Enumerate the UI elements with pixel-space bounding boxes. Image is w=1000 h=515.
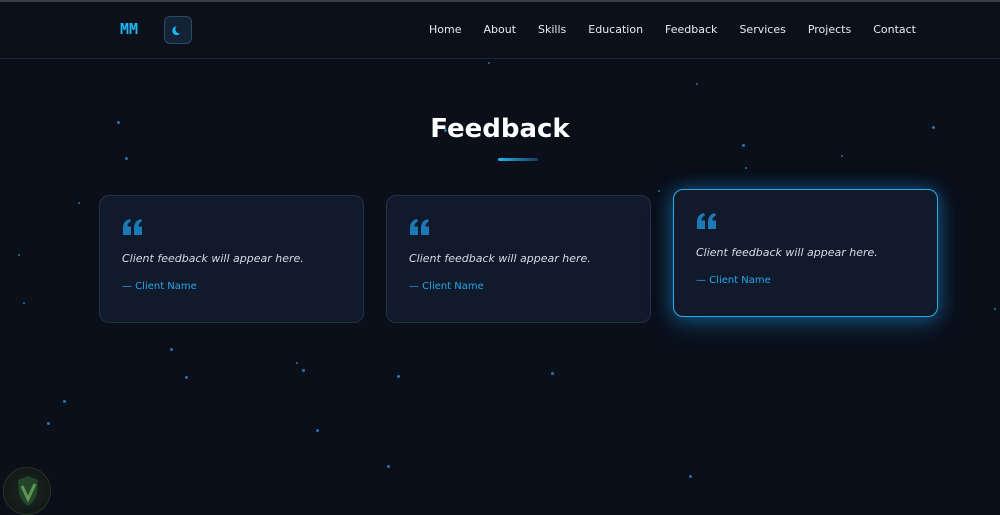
star xyxy=(185,376,188,379)
feedback-text: Client feedback will appear here. xyxy=(696,246,878,259)
nav-links: Home About Skills Education Feedback Ser… xyxy=(429,23,916,36)
star xyxy=(47,422,50,425)
quote-icon xyxy=(696,212,915,232)
moon-icon xyxy=(172,21,184,40)
quote-icon xyxy=(409,218,628,238)
feedback-card: Client feedback will appear here. — Clie… xyxy=(386,195,651,323)
star xyxy=(387,465,390,468)
nav-link-home[interactable]: Home xyxy=(429,23,461,36)
star xyxy=(745,167,747,169)
nav-link-feedback[interactable]: Feedback xyxy=(665,23,717,36)
star xyxy=(551,372,554,375)
title-underline xyxy=(498,158,538,161)
quote-icon xyxy=(122,218,341,238)
star xyxy=(742,144,745,147)
feedback-card-hovered[interactable]: Client feedback will appear here. — Clie… xyxy=(673,189,938,317)
client-name: — Client Name xyxy=(409,281,484,292)
star xyxy=(658,190,660,192)
navbar: MM Home About Skills Education Feedback … xyxy=(0,2,1000,59)
feedback-card: Client feedback will appear here. — Clie… xyxy=(99,195,364,323)
star xyxy=(841,155,843,157)
feedback-text: Client feedback will appear here. xyxy=(409,252,591,265)
client-name: — Client Name xyxy=(696,275,771,286)
star xyxy=(397,375,400,378)
nav-link-about[interactable]: About xyxy=(483,23,516,36)
star xyxy=(170,348,173,351)
star xyxy=(63,400,66,403)
shield-badge-icon xyxy=(3,467,51,515)
nav-link-contact[interactable]: Contact xyxy=(873,23,916,36)
star xyxy=(302,369,305,372)
theme-toggle-button[interactable] xyxy=(164,16,192,44)
nav-link-skills[interactable]: Skills xyxy=(538,23,566,36)
star xyxy=(23,302,25,304)
nav-link-education[interactable]: Education xyxy=(588,23,643,36)
star xyxy=(689,475,692,478)
logo[interactable]: MM xyxy=(120,20,138,38)
star xyxy=(994,308,996,310)
section-title: Feedback xyxy=(430,114,570,144)
nav-link-projects[interactable]: Projects xyxy=(808,23,851,36)
star xyxy=(696,83,698,85)
star xyxy=(488,62,490,64)
star xyxy=(316,429,319,432)
star xyxy=(18,254,20,256)
nav-link-services[interactable]: Services xyxy=(739,23,785,36)
star xyxy=(125,157,128,160)
client-name: — Client Name xyxy=(122,281,197,292)
star xyxy=(78,202,80,204)
star xyxy=(296,362,298,364)
feedback-text: Client feedback will appear here. xyxy=(122,252,304,265)
